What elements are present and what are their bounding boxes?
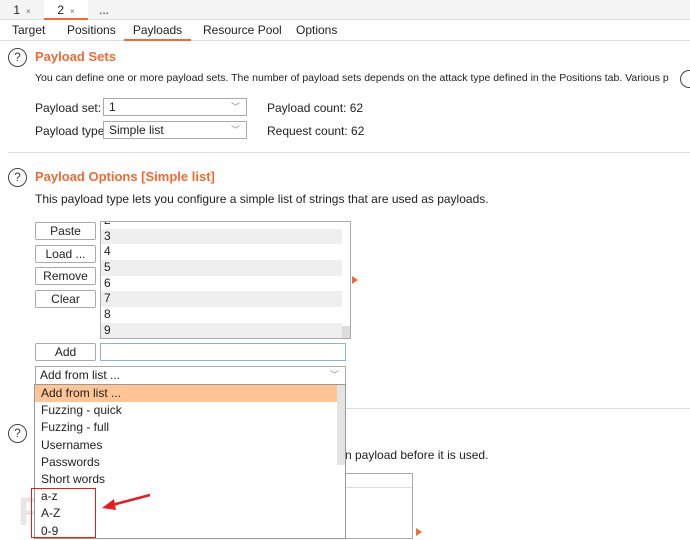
menu-item-fuzzing-quick[interactable]: Fuzzing - quick — [35, 402, 337, 419]
payload-set-label: Payload set: — [35, 101, 102, 115]
list-item[interactable]: 2 — [101, 222, 342, 229]
menu-item-fuzzing-full[interactable]: Fuzzing - full — [35, 419, 337, 436]
tab-options[interactable]: Options — [296, 22, 337, 41]
add-payload-input[interactable] — [100, 343, 346, 361]
annotation-box — [31, 488, 96, 538]
list-item[interactable]: 6 — [101, 276, 342, 292]
chevron-down-icon: ﹀ — [230, 125, 240, 135]
payload-set-select[interactable]: 1 ﹀ — [103, 98, 247, 116]
tab-target[interactable]: Target — [12, 22, 45, 41]
tab-label: 1 — [13, 3, 20, 17]
sub-tab-bar: Target Positions Payloads Resource Pool … — [0, 20, 690, 41]
tab-payloads[interactable]: Payloads — [124, 22, 191, 41]
list-item[interactable]: 4 — [101, 244, 342, 260]
add-from-list-select[interactable]: Add from list ... ﹀ — [35, 366, 346, 385]
section-title-payload-sets: Payload Sets — [35, 49, 116, 64]
section-title-payload-options: Payload Options [Simple list] — [35, 169, 215, 184]
clear-button[interactable]: Clear — [35, 290, 96, 308]
tab-positions[interactable]: Positions — [67, 22, 116, 41]
request-count: Request count: 62 — [267, 124, 365, 138]
payload-sets-description: You can define one or more payload sets.… — [35, 72, 669, 84]
top-tab-1[interactable]: 1 × — [0, 0, 44, 20]
help-icon[interactable]: ? — [8, 168, 27, 187]
list-item[interactable]: 3 — [101, 228, 342, 245]
tab-resource-pool[interactable]: Resource Pool — [203, 22, 282, 41]
menu-item-short-words[interactable]: Short words — [35, 471, 337, 488]
payload-type-select[interactable]: Simple list ﹀ — [103, 121, 247, 139]
paste-button[interactable]: Paste — [35, 222, 96, 240]
top-tab-more[interactable]: ... — [88, 0, 120, 20]
payload-processing-description: n payload before it is used. — [345, 448, 489, 462]
close-icon[interactable]: × — [26, 7, 31, 16]
help-icon[interactable]: ? — [8, 424, 27, 443]
payload-count: Payload count: 62 — [267, 101, 364, 115]
chevron-down-icon: ﹀ — [329, 370, 339, 380]
payload-options-description: This payload type lets you configure a s… — [35, 192, 489, 206]
list-item[interactable]: 8 — [101, 307, 342, 323]
scrollbar-thumb[interactable] — [337, 385, 345, 465]
list-item[interactable]: 9 — [101, 322, 342, 338]
chevron-down-icon: ﹀ — [230, 102, 240, 112]
tab-label: 2 — [57, 3, 64, 17]
top-tab-bar: 1 × 2 × ... — [0, 0, 690, 20]
divider — [345, 408, 690, 409]
payload-type-label: Payload type: — [35, 124, 108, 138]
annotation-arrow-icon — [102, 493, 151, 510]
processing-rules-table[interactable] — [345, 473, 413, 539]
list-item[interactable]: 7 — [101, 291, 342, 308]
close-icon[interactable]: × — [70, 7, 75, 16]
expand-arrow-icon[interactable] — [416, 528, 422, 536]
select-value: Add from list ... — [40, 368, 121, 382]
menu-item-add-from-list[interactable]: Add from list ... — [35, 385, 337, 403]
payload-list[interactable]: 2 3 4 5 6 7 8 9 — [100, 221, 351, 339]
list-item[interactable]: 5 — [101, 260, 342, 276]
divider — [8, 152, 690, 153]
scrollbar-thumb[interactable] — [342, 326, 350, 338]
help-icon-partial — [680, 70, 690, 88]
remove-button[interactable]: Remove — [35, 267, 96, 285]
add-button[interactable]: Add — [35, 343, 96, 361]
top-tab-2[interactable]: 2 × — [44, 0, 88, 20]
load-button[interactable]: Load ... — [35, 245, 96, 263]
select-value: Simple list — [109, 123, 164, 137]
help-icon[interactable]: ? — [8, 48, 27, 67]
select-value: 1 — [109, 100, 116, 114]
menu-item-usernames[interactable]: Usernames — [35, 437, 337, 454]
menu-item-passwords[interactable]: Passwords — [35, 454, 337, 471]
expand-arrow-icon[interactable] — [352, 276, 358, 284]
